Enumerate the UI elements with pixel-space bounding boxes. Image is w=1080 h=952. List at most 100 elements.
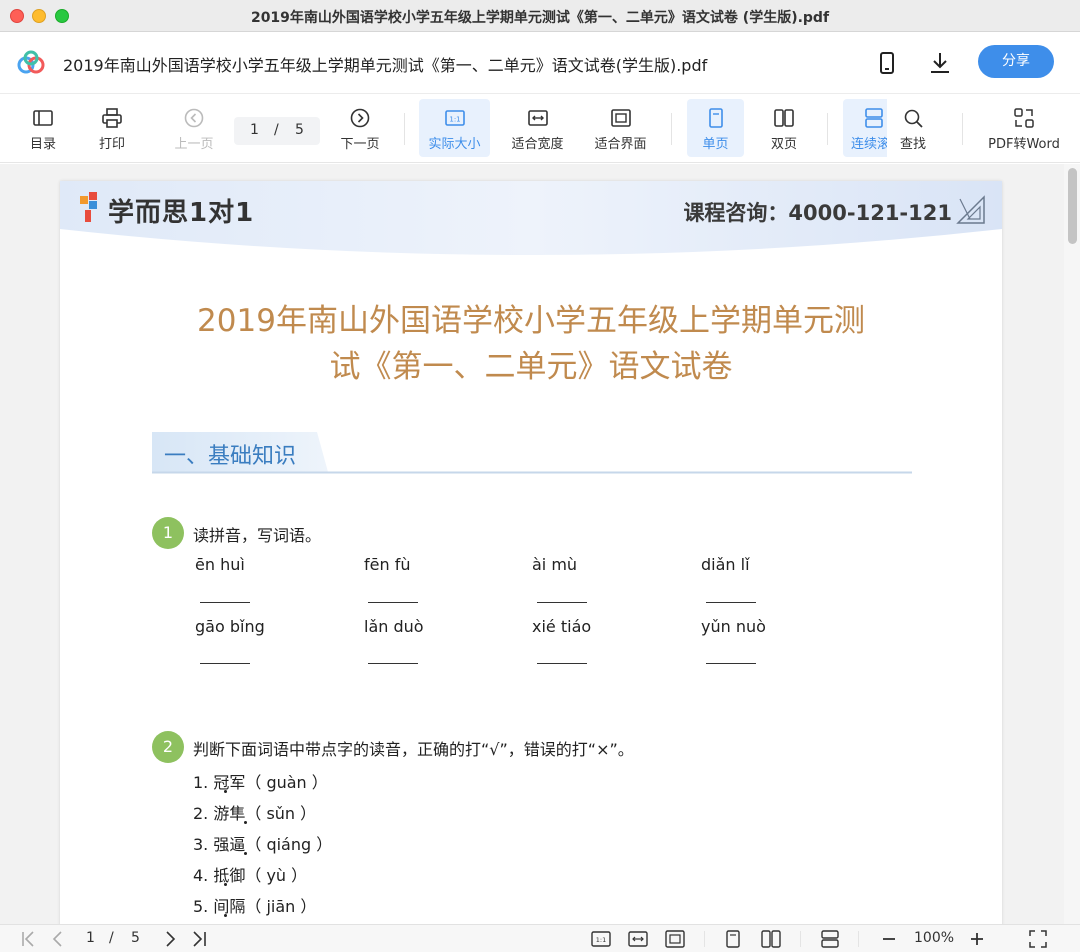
single-page-button[interactable]: 单页 — [687, 99, 744, 157]
pinyin-item: xié tiáo — [532, 617, 592, 636]
page-total: 5 — [295, 122, 304, 138]
sidebar-icon — [33, 110, 53, 126]
window-title: 2019年南山外国语学校小学五年级上学期单元测试《第一、二单元》语文试卷 (学生… — [250, 10, 830, 26]
fit-width-icon[interactable] — [627, 929, 649, 949]
judgement-item: 5. 间隔（ jiān ） — [193, 897, 317, 916]
section-title: 一、基础知识 — [164, 444, 297, 469]
single-page-label: 单页 — [702, 137, 729, 152]
scrollbar-thumb[interactable] — [1068, 168, 1077, 244]
status-divider — [858, 931, 859, 947]
next-page-button[interactable]: 下一页 — [332, 99, 388, 157]
toc-button[interactable]: 目录 — [18, 99, 68, 157]
pinyin-item: gāo bǐng — [195, 617, 265, 636]
document-viewport[interactable]: 学而思1对1 课程咨询：4000-121-121 2019年南山外国语学校小学五… — [0, 164, 1080, 924]
judgement-item: 2. 游隼（ sǔn ） — [193, 804, 317, 823]
toc-label: 目录 — [29, 137, 56, 152]
pinyin-item: ēn huì — [195, 555, 245, 574]
fit-width-label: 适合宽度 — [511, 137, 564, 152]
fit-page-button[interactable]: 适合界面 — [587, 99, 654, 157]
toolbar-divider — [827, 113, 828, 145]
answer-blank — [368, 663, 418, 664]
question-number-badge: 1 — [152, 517, 184, 549]
first-page-icon[interactable] — [20, 929, 38, 949]
last-page-icon[interactable] — [190, 929, 208, 949]
find-button[interactable]: 查找 — [889, 99, 937, 157]
prev-page-icon[interactable] — [50, 929, 66, 949]
printer-icon — [102, 108, 122, 128]
fit-width-button[interactable]: 适合宽度 — [504, 99, 571, 157]
zoom-level: 100% — [914, 930, 955, 946]
emphasis-dot — [224, 914, 227, 917]
actual-size-icon: 1:1 — [444, 110, 465, 126]
vertical-scrollbar[interactable] — [1064, 164, 1080, 924]
toolbar: 目录 打印 上一页 1 / 5 下一页 1:1 实际大小 适合宽度 适合界面 单… — [0, 95, 1080, 163]
question-text: 读拼音，写词语。 — [193, 526, 322, 545]
app-logo-icon — [17, 50, 45, 74]
status-divider — [704, 931, 705, 947]
prev-page-label: 上一页 — [174, 137, 214, 152]
pinyin-item: yǔn nuò — [701, 617, 766, 636]
actual-size-button[interactable]: 1:1 实际大小 — [419, 99, 490, 157]
fit-page-icon — [610, 109, 631, 127]
double-page-label: 双页 — [770, 137, 797, 152]
svg-text:1:1: 1:1 — [596, 936, 606, 944]
pinyin-item: fēn fù — [364, 555, 411, 574]
pdf-to-word-label: PDF转Word — [988, 137, 1060, 152]
fullscreen-icon[interactable] — [1028, 929, 1048, 949]
single-page-icon[interactable] — [723, 929, 743, 949]
convert-icon — [1014, 108, 1034, 128]
status-page-total: 5 — [131, 930, 140, 946]
double-page-button[interactable]: 双页 — [757, 99, 811, 157]
double-page-icon[interactable] — [760, 929, 782, 949]
answer-blank — [537, 663, 587, 664]
judgement-item: 3. 强逼（ qiáng ） — [193, 835, 333, 854]
window-titlebar: 2019年南山外国语学校小学五年级上学期单元测试《第一、二单元》语文试卷 (学生… — [0, 0, 1080, 32]
zoom-in-icon[interactable] — [968, 929, 986, 949]
exam-title-line2: 试《第一、二单元》语文试卷 — [329, 349, 733, 385]
answer-blank — [537, 602, 587, 603]
fit-page-icon[interactable] — [664, 929, 686, 949]
pinyin-item: lǎn duò — [364, 617, 424, 636]
judgement-item: 1. 冠军（ guàn ） — [193, 773, 328, 792]
answer-blank — [706, 602, 756, 603]
consult-hotline: 课程咨询：4000-121-121 — [683, 201, 952, 225]
zoom-out-icon[interactable] — [880, 929, 898, 949]
app-header: 2019年南山外国语学校小学五年级上学期单元测试《第一、二单元》语文试卷(学生版… — [0, 32, 1080, 94]
page-number-input[interactable]: 1 / 5 — [234, 117, 320, 145]
download-icon[interactable] — [927, 50, 953, 76]
section-heading: 一、基础知识 — [152, 432, 912, 474]
continuous-scroll-button[interactable]: 连续滚 — [843, 99, 887, 157]
answer-blank — [368, 602, 418, 603]
print-button[interactable]: 打印 — [86, 99, 138, 157]
svg-text:1:1: 1:1 — [449, 116, 460, 124]
brand-name: 学而思1对1 — [108, 198, 255, 228]
status-page-current: 1 — [86, 930, 95, 946]
page-separator: / — [274, 122, 279, 138]
status-bar: 1 / 5 1:1 100% — [0, 924, 1080, 952]
answer-blank — [200, 663, 250, 664]
share-button[interactable]: 分享 — [978, 45, 1054, 78]
toolbar-divider — [404, 113, 405, 145]
status-page-separator: / — [109, 930, 114, 946]
pdf-to-word-button[interactable]: PDF转Word — [982, 99, 1066, 157]
actual-size-label: 实际大小 — [428, 137, 481, 152]
chevron-right-circle-icon — [350, 108, 370, 128]
pinyin-item: ài mù — [532, 555, 578, 574]
brand-logo-icon — [80, 192, 97, 222]
search-icon — [904, 109, 923, 128]
prev-page-button[interactable]: 上一页 — [166, 99, 222, 157]
emphasis-dot — [224, 790, 227, 793]
continuous-scroll-icon[interactable] — [820, 929, 840, 949]
single-page-icon — [708, 108, 723, 128]
question-number-badge: 2 — [152, 731, 184, 763]
next-page-label: 下一页 — [340, 137, 380, 152]
status-divider — [800, 931, 801, 947]
toolbar-divider — [962, 113, 963, 145]
next-page-icon[interactable] — [162, 929, 178, 949]
continuous-scroll-label: 连续滚 — [851, 137, 887, 152]
actual-size-icon[interactable]: 1:1 — [590, 929, 612, 949]
mobile-icon[interactable] — [874, 50, 900, 76]
answer-blank — [200, 602, 250, 603]
exam-title-line1: 2019年南山外国语学校小学五年级上学期单元测 — [197, 303, 865, 339]
answer-blank — [706, 663, 756, 664]
